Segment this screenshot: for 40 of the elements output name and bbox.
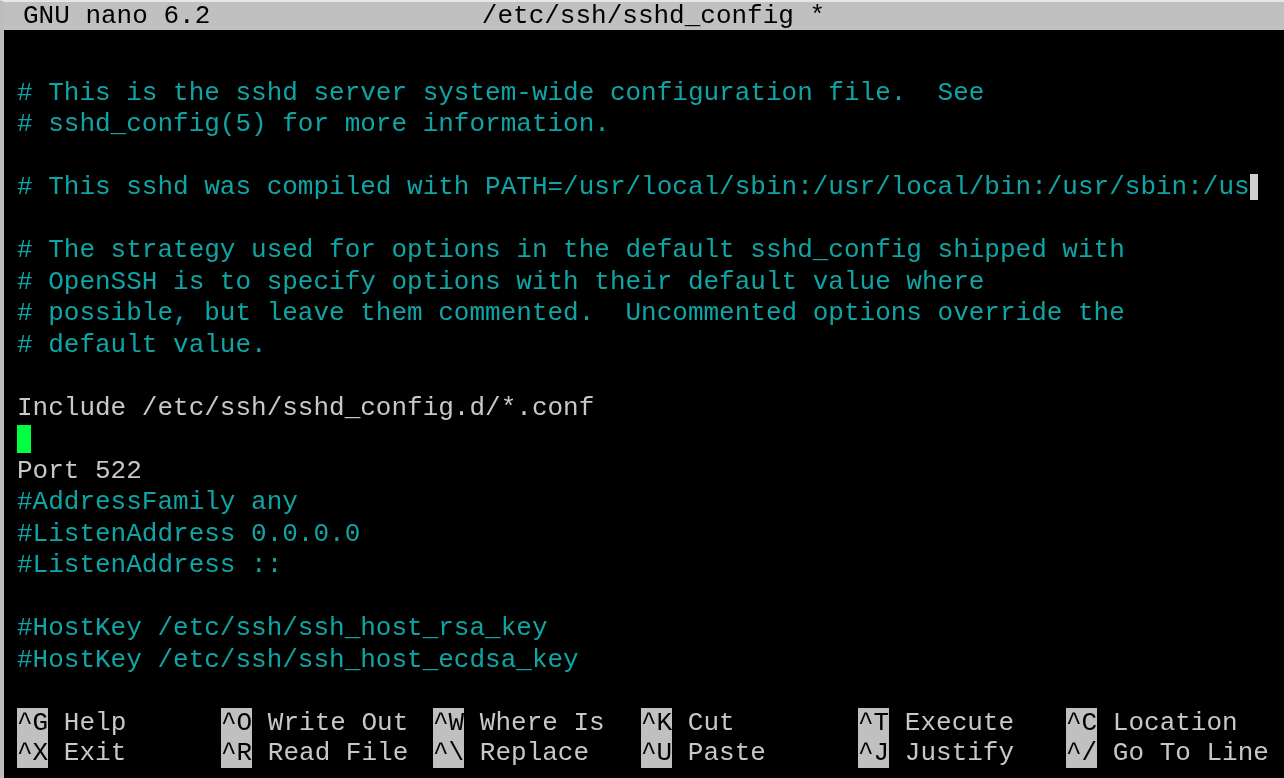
comment-line: # possible, but leave them commented. Uncommented options override the — [17, 298, 1125, 328]
shortcut-key: ^R — [221, 737, 253, 768]
shortcut-label: Execute — [904, 707, 1015, 738]
shortcut-label: Replace — [479, 737, 590, 768]
shortcut-label: Location — [1112, 707, 1238, 738]
shortcut-label: Justify — [904, 737, 1015, 768]
comment-line: #ListenAddress :: — [17, 550, 283, 580]
shortcut-label: Cut — [687, 707, 735, 738]
comment-line: #AddressFamily any — [17, 487, 298, 517]
comment-line: #ListenAddress 0.0.0.0 — [17, 518, 361, 549]
shortcut-label: Help — [63, 707, 127, 738]
shortcut-key: ^C — [1066, 707, 1098, 738]
shortcut-key: ^\ — [433, 737, 465, 768]
comment-line: # This is the sshd server system-wide configuration file. See — [17, 77, 985, 108]
shortcut-key: ^K — [641, 707, 673, 738]
comment-line: # sshd_config(5) for more information. — [17, 109, 610, 139]
shortcut-label: Read File — [267, 737, 409, 768]
shortcut-key: ^U — [641, 737, 673, 768]
config-line: Port 522 — [17, 455, 142, 486]
shortcut-key: ^G — [17, 707, 49, 738]
shortcut-key: ^X — [17, 737, 49, 768]
file-name: /etc/ssh/sshd_config * — [481, 2, 826, 30]
comment-line: # The strategy used for options in the default sshd_config shipped with — [17, 235, 1125, 265]
comment-line: # default value. — [17, 329, 267, 360]
shortcut-key: ^W — [433, 707, 465, 738]
comment-line: #HostKey /etc/ssh/ssh_host_ecdsa_key — [17, 644, 579, 675]
shortcut-label: Go To Line — [1112, 737, 1269, 768]
shortcut-label: Exit — [63, 737, 127, 768]
config-line: Include /etc/ssh/sshd_config.d/*.conf — [17, 392, 595, 423]
comment-line: # OpenSSH is to specify options with their default value where — [17, 266, 985, 297]
shortcut-key: ^J — [858, 737, 890, 768]
comment-line: # This sshd was compiled with PATH=/usr/local/sbin:/usr/local/bin:/usr/sbin:/us — [17, 172, 1250, 202]
shortcut-key: ^O — [221, 707, 253, 738]
shortcut-label: Write Out — [267, 707, 409, 738]
app-version: GNU nano 6.2 — [23, 2, 212, 30]
shortcut-key: ^T — [858, 707, 890, 738]
comment-line: #HostKey /etc/ssh/ssh_host_rsa_key — [17, 613, 548, 643]
shortcut-key: ^/ — [1066, 737, 1098, 768]
shortcut-label: Paste — [687, 737, 766, 768]
shortcut-label: Where Is — [479, 707, 605, 738]
